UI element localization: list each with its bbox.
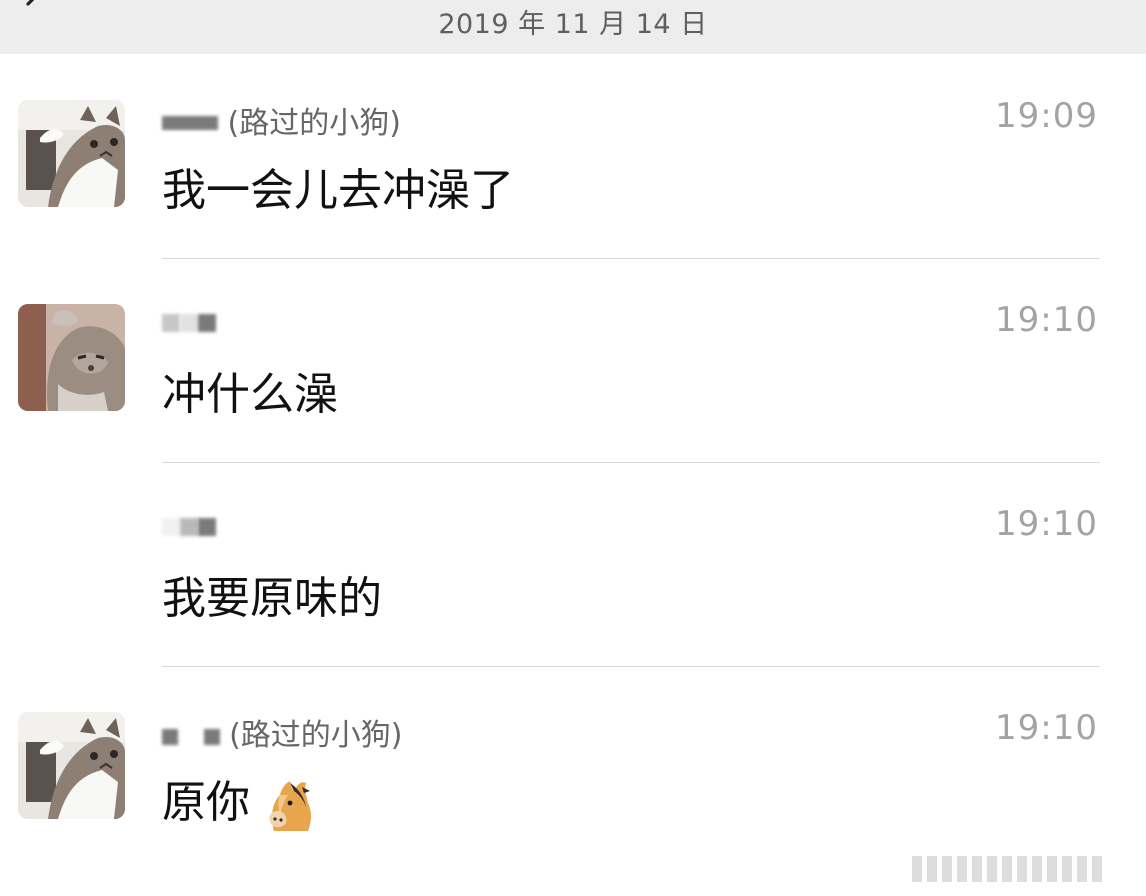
message-time: 19:10 <box>995 708 1098 748</box>
sender-name: (路过的小狗) <box>162 98 401 141</box>
redacted-name <box>162 116 218 130</box>
chat-message[interactable]: (路过的小狗) 19:10 原你 <box>0 666 1146 870</box>
message-text[interactable]: 我要原味的 <box>162 562 382 626</box>
watermark <box>912 856 1134 886</box>
sender-name <box>162 302 226 338</box>
redacted-name <box>162 313 180 332</box>
redacted-name <box>180 517 198 536</box>
message-time: 19:09 <box>995 96 1098 136</box>
message-text-content: 原你 <box>162 777 250 828</box>
redacted-name <box>162 517 180 536</box>
sender-name <box>162 506 226 542</box>
sender-note: (路过的小狗) <box>229 718 403 753</box>
avatar[interactable] <box>18 712 125 819</box>
redacted-name <box>198 517 216 536</box>
chat-message[interactable]: 19:10 冲什么澡 <box>0 258 1146 463</box>
horse-face-icon <box>269 781 311 831</box>
redacted-name <box>180 313 198 332</box>
cat-avatar-icon <box>18 100 125 207</box>
header-bar: 2019 年 11 月 14 日 <box>0 0 1146 54</box>
redacted-name <box>162 729 178 745</box>
message-text[interactable]: 我一会儿去冲澡了 <box>162 154 514 218</box>
chat-message[interactable]: (路过的小狗) 19:09 我一会儿去冲澡了 <box>0 54 1146 259</box>
avatar[interactable] <box>18 304 125 411</box>
sender-note: (路过的小狗) <box>227 106 401 141</box>
date-header: 2019 年 11 月 14 日 <box>438 9 708 40</box>
message-time: 19:10 <box>995 300 1098 340</box>
message-text[interactable]: 原你 <box>162 766 316 833</box>
cat-avatar-icon <box>18 304 125 411</box>
avatar[interactable] <box>18 100 125 207</box>
redacted-name <box>198 313 216 332</box>
message-time: 19:10 <box>995 504 1098 544</box>
message-text[interactable]: 冲什么澡 <box>162 358 338 422</box>
chat-message[interactable]: 19:10 我要原味的 <box>0 462 1146 667</box>
redacted-name <box>203 729 220 745</box>
cat-avatar-icon <box>18 712 125 819</box>
sender-name: (路过的小狗) <box>162 710 403 753</box>
